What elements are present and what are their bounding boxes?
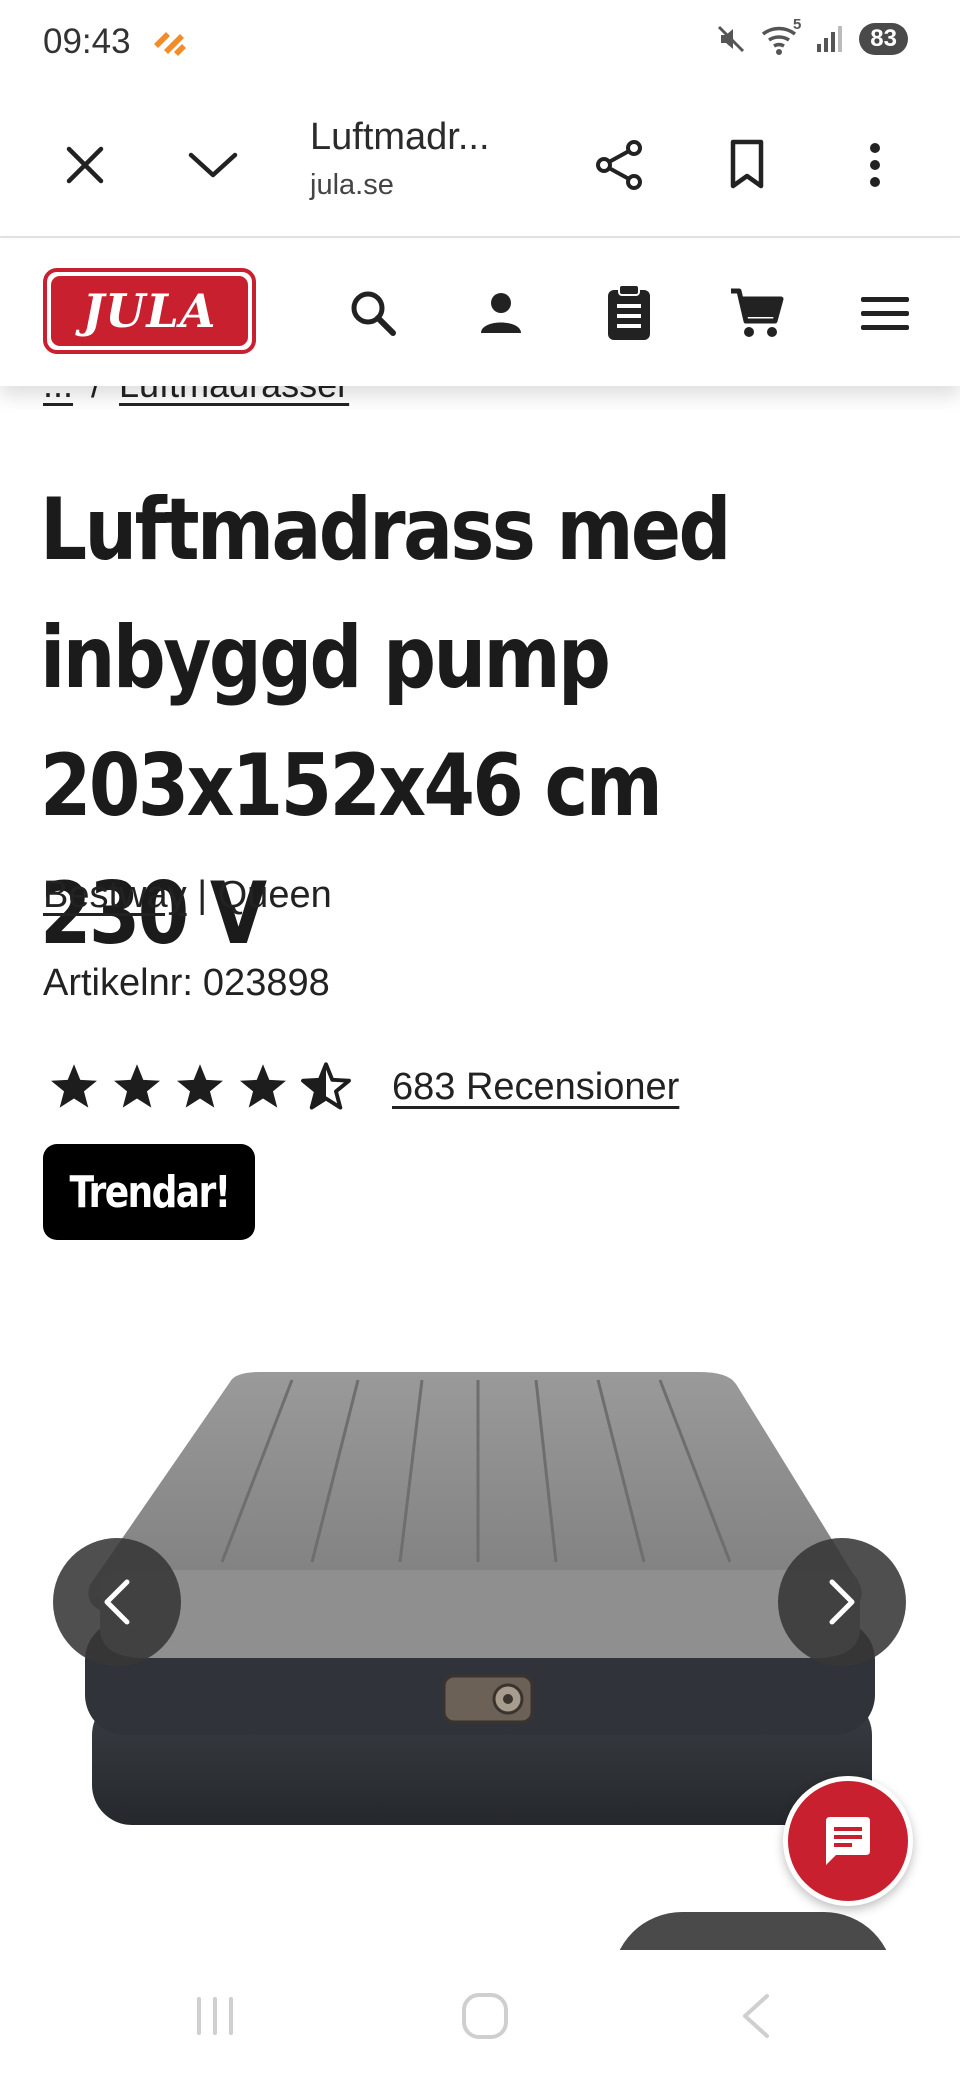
article-label: Artikelnr: (43, 962, 193, 1004)
rating[interactable]: 683 Recensioner (48, 1062, 679, 1112)
minimize-button[interactable] (178, 130, 248, 200)
product-image (85, 1372, 875, 1825)
chevron-left-icon (104, 1579, 130, 1625)
star-icon (114, 1064, 160, 1108)
chat-icon (826, 1817, 870, 1865)
mute-icon (718, 25, 745, 53)
back-icon (743, 1994, 769, 2038)
search-icon (351, 291, 396, 336)
more-options-button[interactable] (840, 130, 910, 200)
more-icon (870, 143, 880, 187)
logo-plate: JULA (51, 276, 248, 346)
star-icon (240, 1064, 286, 1108)
status-bar: 09:43 5 83 (0, 0, 960, 88)
account-button[interactable] (466, 278, 536, 348)
browser-domain: jula.se (310, 169, 394, 201)
page-info[interactable]: Luftmadr... jula.se (310, 116, 560, 202)
brand-link[interactable]: Bestway (43, 874, 187, 916)
half-star-icon (301, 1062, 351, 1110)
home-button[interactable] (450, 1988, 520, 2044)
system-nav-bar (0, 1950, 960, 2080)
site-header: JULA (0, 240, 960, 386)
menu-icon (861, 297, 909, 330)
next-image-button[interactable] (778, 1538, 906, 1666)
account-icon (481, 293, 521, 333)
product-variant: Queen (217, 874, 332, 916)
signal-icon (817, 26, 843, 52)
bookmark-button[interactable] (712, 130, 782, 200)
recent-apps-icon (197, 1997, 233, 2035)
home-icon (462, 1993, 508, 2039)
notification-icon (154, 32, 186, 56)
star-icon (51, 1064, 97, 1108)
previous-image-button[interactable] (53, 1538, 181, 1666)
battery-indicator: 83 (859, 23, 908, 55)
logo-text: JULA (82, 284, 217, 338)
trending-badge-label: Trendar! (69, 1166, 231, 1218)
recent-apps-button[interactable] (180, 1988, 250, 2044)
back-button[interactable] (720, 1988, 790, 2044)
close-tab-button[interactable] (50, 130, 120, 200)
chevron-down-icon (188, 152, 238, 178)
rating-stars (48, 1062, 352, 1112)
list-icon (608, 284, 650, 340)
share-icon (596, 140, 642, 190)
cart-icon (731, 288, 784, 337)
trending-badge: Trendar! (43, 1144, 255, 1240)
status-time: 09:43 (43, 22, 131, 61)
menu-button[interactable] (850, 278, 920, 348)
bookmark-icon (730, 139, 764, 189)
browser-toolbar: Luftmadr... jula.se (0, 88, 960, 238)
browser-page-title: Luftmadr... (310, 116, 490, 158)
brand-line: Bestway | Queen (43, 874, 332, 917)
article-number: Artikelnr: 023898 (43, 962, 330, 1005)
shopping-list-button[interactable] (594, 278, 664, 348)
brand-separator: | (197, 874, 208, 916)
search-button[interactable] (338, 278, 408, 348)
star-icon (177, 1064, 223, 1108)
wifi-icon: 5 (761, 16, 801, 56)
jula-logo[interactable]: JULA (43, 268, 256, 354)
article-value: 023898 (202, 962, 330, 1004)
chevron-right-icon (829, 1579, 855, 1625)
network-badge: 5 (792, 16, 802, 33)
share-button[interactable] (584, 130, 654, 200)
close-icon (66, 146, 104, 184)
reviews-link[interactable]: 683 Recensioner (392, 1066, 679, 1109)
chat-button[interactable] (783, 1776, 913, 1906)
cart-button[interactable] (722, 278, 792, 348)
